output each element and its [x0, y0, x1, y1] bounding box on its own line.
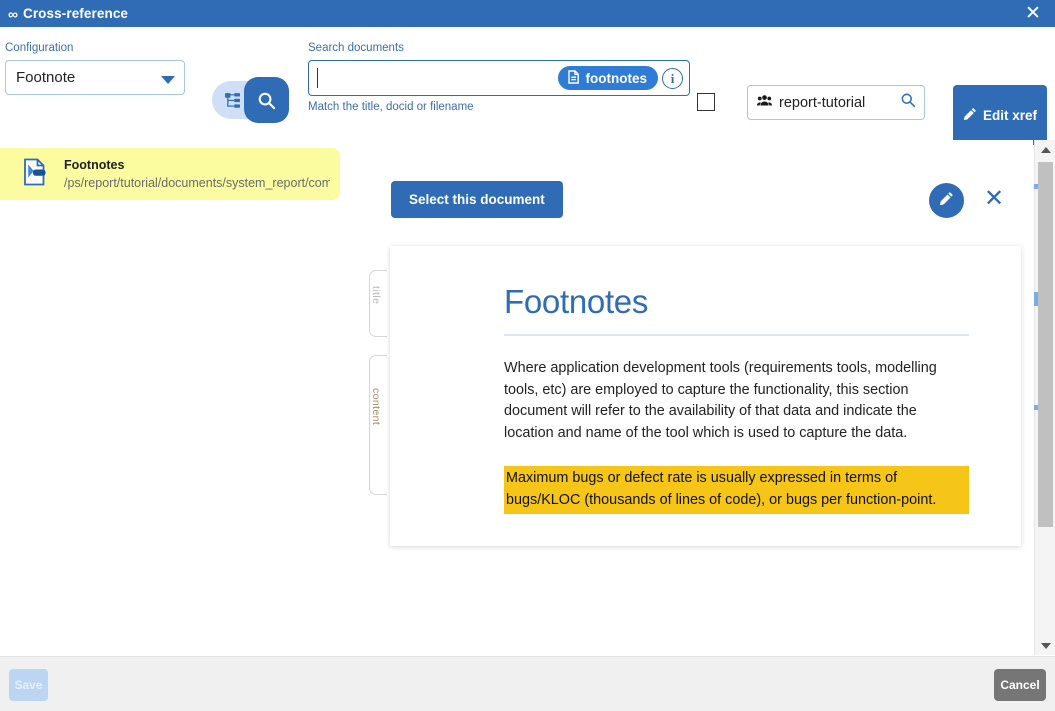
document-preview-pane: Select this document ✕ title content Foo… — [341, 140, 1033, 655]
document-icon — [567, 69, 580, 87]
window-title: Cross-reference — [22, 6, 129, 21]
search-option-checkbox[interactable] — [697, 93, 715, 111]
search-result-path: /ps/report/tutorial/documents/system_rep… — [64, 176, 330, 190]
configuration-select[interactable]: Footnote — [5, 60, 185, 95]
chevron-down-icon — [161, 75, 175, 84]
magnifier-icon — [257, 91, 276, 110]
search-hint: Match the title, docid or filename — [308, 101, 474, 113]
title-divider — [504, 334, 969, 336]
close-icon[interactable]: ✕ — [1019, 0, 1047, 27]
select-this-document-button[interactable]: Select this document — [391, 181, 563, 218]
scroll-marker — [1034, 292, 1038, 306]
cross-reference-dialog: ∞ Cross-reference ✕ Configuration Footno… — [0, 0, 1055, 711]
preview-scrollbar[interactable] — [1034, 140, 1055, 655]
window-titlebar: ∞ Cross-reference ✕ — [0, 0, 1055, 27]
sitemap-icon — [224, 92, 241, 109]
search-result-texts: Footnotes /ps/report/tutorial/documents/… — [64, 156, 330, 192]
search-chip-area: footnotes i — [557, 66, 683, 90]
title-field-label: title — [370, 286, 382, 305]
edit-document-button[interactable] — [929, 183, 964, 218]
save-button[interactable]: Save — [9, 669, 48, 701]
search-result-title: Footnotes — [64, 158, 125, 172]
scroll-marker — [1034, 184, 1038, 189]
document-paragraph: Where application development tools (req… — [504, 360, 937, 441]
search-documents-field: Search documents footnotes i Match the t… — [308, 41, 690, 113]
text-cursor — [317, 68, 318, 88]
search-mode-button[interactable] — [244, 77, 289, 123]
search-chip-label: footnotes — [585, 70, 648, 86]
pencil-icon — [939, 191, 954, 211]
document-body: Footnotes Where application development … — [390, 246, 1021, 514]
dialog-footer: Save Cancel — [0, 656, 1055, 711]
document-card: Footnotes Where application development … — [390, 246, 1021, 546]
search-input[interactable]: footnotes i — [308, 60, 690, 96]
scroll-down-button[interactable] — [1035, 636, 1055, 655]
configuration-label: Configuration — [5, 42, 74, 54]
search-documents-label: Search documents — [308, 42, 404, 54]
content-field-label: content — [370, 388, 382, 426]
caret-up-icon — [1040, 146, 1051, 153]
configuration-field: Configuration Footnote — [5, 41, 185, 95]
info-icon[interactable]: i — [662, 67, 683, 89]
scroll-up-button[interactable] — [1035, 140, 1055, 159]
pencil-icon — [963, 107, 977, 124]
group-users-icon — [757, 94, 772, 112]
configuration-value: Footnote — [16, 69, 76, 86]
edit-xref-button[interactable]: Edit xref — [953, 85, 1047, 145]
search-chip-footnotes[interactable]: footnotes — [557, 66, 658, 90]
scrollbar-thumb[interactable] — [1034, 162, 1053, 527]
close-preview-icon[interactable]: ✕ — [979, 184, 1009, 214]
group-search-input[interactable]: report-tutorial — [747, 85, 925, 120]
document-title: Footnotes — [504, 283, 649, 320]
document-link-icon — [22, 158, 48, 191]
magnifier-icon[interactable] — [900, 92, 916, 113]
cancel-button[interactable]: Cancel — [994, 669, 1046, 701]
caret-down-icon — [1040, 642, 1051, 649]
browse-mode-toggle — [212, 77, 289, 123]
group-value: report-tutorial — [779, 94, 866, 111]
infinity-link-icon: ∞ — [8, 5, 18, 22]
document-highlighted-text: Maximum bugs or defect rate is usually e… — [504, 466, 969, 514]
toolbar: Configuration Footnote Search documents … — [0, 27, 1055, 145]
search-result-item[interactable]: Footnotes /ps/report/tutorial/documents/… — [0, 148, 340, 200]
scroll-marker — [1034, 405, 1038, 410]
edit-xref-label: Edit xref — [982, 107, 1037, 123]
